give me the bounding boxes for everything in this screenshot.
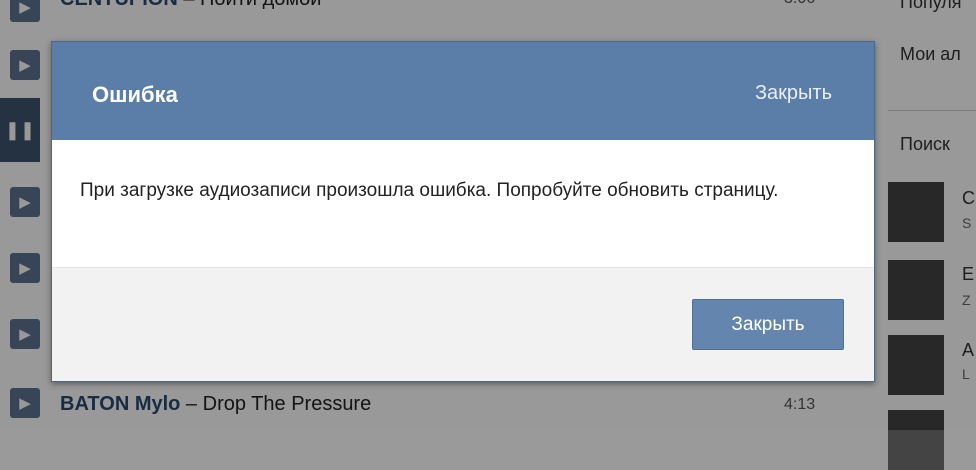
error-dialog: Ошибка Закрыть При загрузке аудиозаписи … (51, 41, 875, 382)
dialog-header: Ошибка Закрыть (52, 42, 874, 140)
dialog-title: Ошибка (92, 82, 178, 107)
close-link[interactable]: Закрыть (755, 82, 832, 105)
close-button[interactable]: Закрыть (692, 299, 844, 350)
dialog-message: При загрузке аудиозаписи произошла ошибк… (80, 180, 779, 201)
dialog-footer: Закрыть (52, 267, 874, 381)
